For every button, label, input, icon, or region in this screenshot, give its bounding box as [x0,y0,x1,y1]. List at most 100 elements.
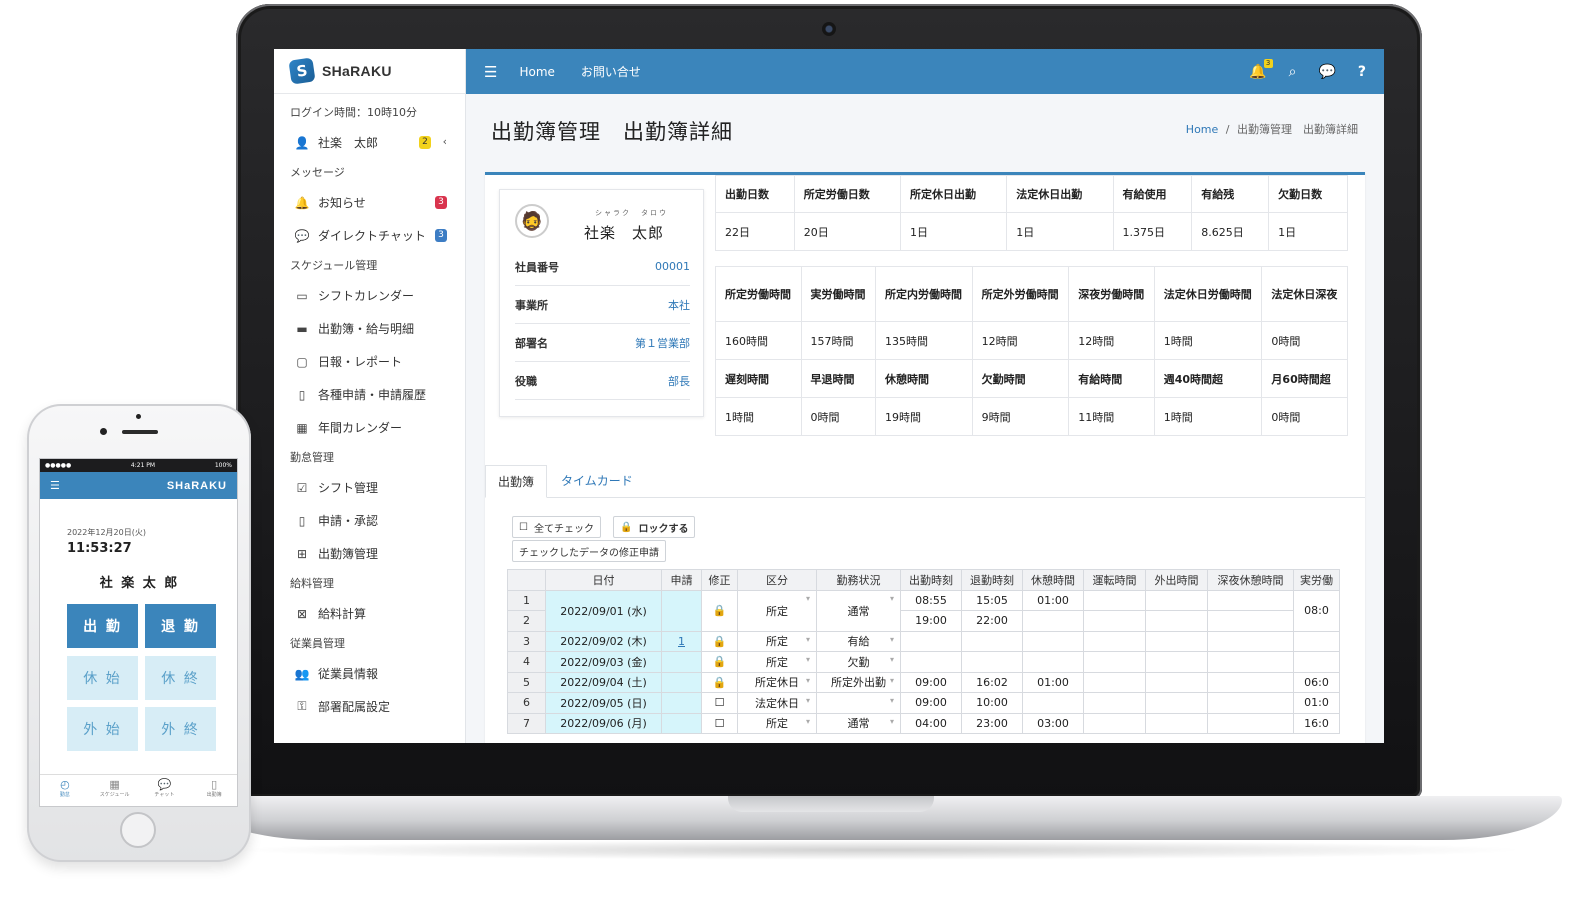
search-icon[interactable]: ⌕ [1289,64,1297,80]
profile-value[interactable]: 第１営業部 [635,335,690,351]
lock-icon[interactable]: 🔒 [701,589,738,632]
row-clock-in[interactable]: 09:00 [900,692,962,714]
row-night-break[interactable] [1207,589,1294,611]
phone-punch-button[interactable]: 休 始 [67,656,138,700]
row-drive[interactable] [1083,651,1146,673]
chat-bubbles-icon[interactable]: 💬 [1318,64,1335,80]
row-kubun-select[interactable]: 所定休日 [737,671,817,693]
sidebar-item[interactable]: ▬ 出勤簿・給与明細 [274,312,465,345]
tab-timecard[interactable]: タイムカード [549,465,645,498]
row-drive[interactable] [1083,610,1146,632]
profile-value[interactable]: 00001 [655,260,690,273]
phone-punch-button[interactable]: 休 終 [145,656,216,700]
row-clock-out[interactable]: 23:00 [961,712,1023,734]
table-row[interactable]: 62022/09/05 (日) ☐法定休日 09:0010:00 01:0 [507,692,1340,714]
phone-punch-button[interactable]: 外 始 [67,707,138,751]
row-clock-in[interactable]: 19:00 [900,610,962,632]
phone-punch-button[interactable]: 出 勤 [67,604,138,648]
phone-home-button[interactable] [120,812,156,848]
profile-value[interactable]: 部長 [668,373,690,389]
table-row[interactable]: 42022/09/03 (金) 🔒所定欠勤 [507,651,1340,673]
row-outing[interactable] [1145,671,1208,693]
sidebar-item[interactable]: 🔔 お知らせ 3 [274,186,465,219]
row-clock-out[interactable]: 22:00 [961,610,1023,632]
row-clock-in[interactable]: 08:55 [900,589,962,611]
phone-tab[interactable]: ◴ 勤怠 [40,775,90,806]
lock-icon[interactable]: 🔒 [701,671,738,693]
row-request-link[interactable] [661,671,702,693]
row-night-break[interactable] [1207,712,1294,734]
hamburger-menu-icon[interactable]: ☰ [484,63,497,81]
row-break[interactable] [1022,630,1084,652]
row-clock-out[interactable]: 15:05 [961,589,1023,611]
row-request-link[interactable] [661,692,702,714]
row-night-break[interactable] [1207,671,1294,693]
row-drive[interactable] [1083,630,1146,652]
check-all-button[interactable]: ☐ 全てチェック [512,516,601,538]
row-status-select[interactable] [816,692,901,714]
row-request-link[interactable] [661,712,702,734]
sidebar-item[interactable]: ⊠ 給料計算 [274,597,465,630]
row-request-link[interactable] [661,589,702,632]
sidebar-item[interactable]: ▯ 申請・承認 [274,504,465,537]
row-clock-in[interactable] [900,651,962,673]
row-clock-out[interactable]: 10:00 [961,692,1023,714]
phone-menu-icon[interactable]: ☰ [50,479,60,492]
row-drive[interactable] [1083,712,1146,734]
row-kubun-select[interactable]: 所定 [737,651,817,673]
row-drive[interactable] [1083,589,1146,611]
table-row[interactable]: 52022/09/04 (土) 🔒所定休日所定外出勤09:0016:0201:00… [507,671,1340,693]
nav-home[interactable]: Home [519,65,554,79]
row-clock-out[interactable]: 16:02 [961,671,1023,693]
breadcrumb-home[interactable]: Home [1186,123,1218,136]
row-request-link[interactable]: 1 [661,630,702,652]
row-clock-out[interactable] [961,651,1023,673]
row-outing[interactable] [1145,651,1208,673]
row-status-select[interactable]: 有給 [816,630,901,652]
row-outing[interactable] [1145,610,1208,632]
phone-tab[interactable]: 💬 チャット [140,775,190,806]
row-drive[interactable] [1083,692,1146,714]
sidebar-item[interactable]: ⊞ 出勤簿管理 [274,537,465,570]
sidebar-item[interactable]: 👥 従業員情報 [274,657,465,690]
sidebar-user[interactable]: 👤 社楽 太郎 2 ‹ [274,126,465,159]
row-status-select[interactable]: 通常 [816,712,901,734]
row-clock-in[interactable] [900,630,962,652]
brand[interactable]: S SHaRAKU [274,49,465,94]
sidebar-item[interactable]: 💬 ダイレクトチャット 3 [274,219,465,252]
row-kubun-select[interactable]: 所定 [737,589,817,632]
row-status-select[interactable]: 欠勤 [816,651,901,673]
sidebar-item[interactable]: ☑ シフト管理 [274,471,465,504]
row-break[interactable]: 01:00 [1022,671,1084,693]
row-outing[interactable] [1145,589,1208,611]
checkbox-icon[interactable]: ☐ [701,692,738,714]
table-row[interactable]: 12022/09/01 (水) 🔒所定通常08:5515:0501:00 08:0 [507,589,1340,632]
row-status-select[interactable]: 通常 [816,589,901,632]
row-night-break[interactable] [1207,692,1294,714]
row-break[interactable] [1022,692,1084,714]
chevron-left-icon[interactable]: ‹ [443,135,447,148]
row-night-break[interactable] [1207,610,1294,632]
checkbox-icon[interactable]: ☐ [701,712,738,734]
nav-contact[interactable]: お問い合せ [581,63,641,80]
row-break[interactable] [1022,651,1084,673]
table-row[interactable]: 72022/09/06 (月) ☐所定通常04:0023:0003:00 16:0 [507,712,1340,734]
row-request-link[interactable] [661,651,702,673]
sidebar-item[interactable]: ⚿ 部署配属設定 [274,690,465,723]
row-clock-in[interactable]: 04:00 [900,712,962,734]
row-status-select[interactable]: 所定外出勤 [816,671,901,693]
row-outing[interactable] [1145,712,1208,734]
row-kubun-select[interactable]: 法定休日 [737,692,817,714]
lock-button[interactable]: 🔒 ロックする [613,516,696,538]
row-drive[interactable] [1083,671,1146,693]
phone-punch-button[interactable]: 退 勤 [145,604,216,648]
table-row[interactable]: 32022/09/02 (木)1🔒所定有給 [507,630,1340,652]
phone-tab[interactable]: ▯ 出勤簿 [189,775,237,806]
row-night-break[interactable] [1207,651,1294,673]
lock-icon[interactable]: 🔒 [701,651,738,673]
tab-attendance[interactable]: 出勤簿 [485,465,548,498]
row-break[interactable] [1022,610,1084,632]
row-kubun-select[interactable]: 所定 [737,712,817,734]
profile-value[interactable]: 本社 [668,297,690,313]
fix-request-button[interactable]: チェックしたデータの修正申請 [512,540,666,562]
